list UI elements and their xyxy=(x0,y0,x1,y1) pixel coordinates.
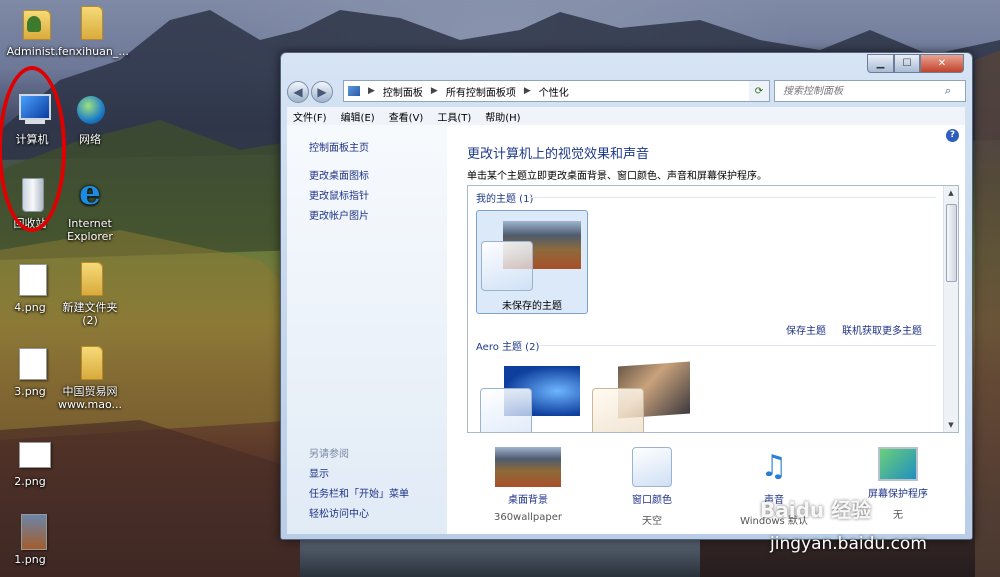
refresh-button[interactable]: ⟳ xyxy=(749,80,770,102)
desktop-icon-label: 3.png xyxy=(14,385,46,398)
desktop-icon-label: 网络 xyxy=(79,133,101,146)
close-button[interactable]: ✕ xyxy=(920,54,964,73)
theme-label: 未保存的主题 xyxy=(502,301,562,312)
minimize-button[interactable]: ▁ xyxy=(867,54,894,73)
chevron-right-icon: ▶ xyxy=(523,86,531,96)
window-color-icon xyxy=(632,447,672,487)
desktop-icon-label: 2.png xyxy=(14,475,46,488)
user-folder-icon xyxy=(17,4,55,42)
search-box[interactable]: ⌕ xyxy=(774,80,966,102)
menu-view[interactable]: 查看(V) xyxy=(389,109,424,124)
desktop-icon-3png[interactable]: 3.png xyxy=(0,344,62,398)
search-icon: ⌕ xyxy=(945,84,952,97)
network-globe-icon xyxy=(71,92,109,130)
change-mouse-pointers-link[interactable]: 更改鼠标指针 xyxy=(309,187,369,202)
theme-window-preview xyxy=(592,388,644,432)
address-bar[interactable]: ▶ 控制面板 ▶ 所有控制面板项 ▶ 个性化 xyxy=(343,80,765,102)
theme-window-preview xyxy=(480,388,532,432)
folder-icon xyxy=(71,260,109,298)
desktop-icon-label: 中国贸易网 www.mao... xyxy=(58,385,122,411)
personalization-window[interactable]: ▁ ☐ ✕ ◀ ▶ ▶ 控制面板 ▶ 所有控制面板项 ▶ 个性化 ⟳ ⌕ 文件(… xyxy=(280,52,973,540)
desktop-icon-china-trade[interactable]: 中国贸易网 www.mao... xyxy=(58,344,122,411)
desktop-icon-4png[interactable]: 4.png xyxy=(0,260,62,314)
scroll-up-icon[interactable]: ▲ xyxy=(944,186,958,200)
desktop-background-label: 桌面背景 xyxy=(508,495,548,506)
taskbar-start-menu-link[interactable]: 任务栏和「开始」菜单 xyxy=(309,485,409,500)
help-icon[interactable]: ? xyxy=(946,129,959,142)
breadcrumb-control-panel[interactable]: 控制面板 xyxy=(383,84,423,99)
left-pane: 控制面板主页 更改桌面图标 更改鼠标指针 更改帐户图片 另请参阅 显示 任务栏和… xyxy=(287,125,447,534)
desktop-icon-new-folder-2[interactable]: 新建文件夹 (2) xyxy=(58,260,122,327)
caption-buttons: ▁ ☐ ✕ xyxy=(867,54,964,73)
ease-of-access-link[interactable]: 轻松访问中心 xyxy=(309,505,369,520)
breadcrumb-all-items[interactable]: 所有控制面板项 xyxy=(446,84,516,99)
desktop-icon-network[interactable]: 网络 xyxy=(58,92,122,146)
desktop-background-icon xyxy=(495,447,561,487)
theme-window-preview xyxy=(481,241,533,291)
chevron-right-icon: ▶ xyxy=(430,86,438,96)
search-input[interactable] xyxy=(781,84,945,98)
desktop-icon-1png[interactable]: 1.png xyxy=(0,512,62,566)
desktop-icon-label: 1.png xyxy=(14,553,46,566)
my-themes-header: 我的主题 (1) xyxy=(476,194,534,205)
png-thumbnail-icon xyxy=(11,512,49,550)
menu-help[interactable]: 帮助(H) xyxy=(485,109,520,124)
png-thumbnail-icon xyxy=(11,260,49,298)
page-description: 单击某个主题立即更改桌面背景、窗口颜色、声音和屏幕保护程序。 xyxy=(467,171,767,182)
desktop-icon-fenxihuan[interactable]: fenxihuan_... xyxy=(58,4,129,58)
screen-saver-monitor-icon xyxy=(878,447,918,481)
get-more-themes-link[interactable]: 联机获取更多主题 xyxy=(842,322,922,337)
navigation-bar: ◀ ▶ ▶ 控制面板 ▶ 所有控制面板项 ▶ 个性化 ⟳ ⌕ xyxy=(287,79,966,103)
change-desktop-icons-link[interactable]: 更改桌面图标 xyxy=(309,167,369,182)
desktop-icon-2png[interactable]: 2.png xyxy=(0,434,62,488)
see-also-title: 另请参阅 xyxy=(309,449,349,460)
window-color-value: 天空 xyxy=(642,516,662,527)
desktop-background-value: 360wallpaper xyxy=(493,512,563,523)
breadcrumb-personalization[interactable]: 个性化 xyxy=(539,84,569,99)
theme-unsaved[interactable]: 未保存的主题 xyxy=(476,210,588,314)
control-panel-home-link[interactable]: 控制面板主页 xyxy=(309,139,369,154)
change-account-picture-link[interactable]: 更改帐户图片 xyxy=(309,207,369,222)
aero-themes-header: Aero 主题 (2) xyxy=(476,342,540,353)
internet-explorer-icon: e xyxy=(79,173,101,213)
back-button[interactable]: ◀ xyxy=(287,81,309,103)
desktop-icon-label: Internet Explorer xyxy=(67,217,113,243)
folder-icon xyxy=(71,344,109,382)
watermark-url: jingyan.baidu.com xyxy=(770,534,927,554)
window-color-label: 窗口颜色 xyxy=(632,495,672,506)
maximize-button[interactable]: ☐ xyxy=(894,54,920,73)
control-panel-icon xyxy=(348,86,360,96)
desktop-icon-internet-explorer[interactable]: e Internet Explorer xyxy=(58,176,122,243)
chevron-right-icon: ▶ xyxy=(368,86,375,96)
content-area: 控制面板主页 更改桌面图标 更改鼠标指针 更改帐户图片 另请参阅 显示 任务栏和… xyxy=(287,125,965,534)
baidu-jingyan-watermark: Baidu 经验 xyxy=(760,498,872,522)
menu-file[interactable]: 文件(F) xyxy=(293,109,327,124)
folder-icon xyxy=(71,4,109,42)
desktop-icon-label: fenxihuan_... xyxy=(58,45,129,58)
png-thumbnail-icon xyxy=(11,344,49,382)
forward-button[interactable]: ▶ xyxy=(311,81,333,103)
menu-tools[interactable]: 工具(T) xyxy=(437,109,471,124)
sounds-music-note-icon: ♫ xyxy=(760,449,788,484)
display-link[interactable]: 显示 xyxy=(309,465,329,480)
window-color-item[interactable]: 窗口颜色 天空 xyxy=(607,447,697,527)
theme-list: 我的主题 (1) 未保存的主题 保存主题 联机获取更多主题 Aero 主题 (2… xyxy=(467,185,959,433)
page-title: 更改计算机上的视觉效果和声音 xyxy=(467,147,650,162)
menu-edit[interactable]: 编辑(E) xyxy=(341,109,375,124)
save-theme-link[interactable]: 保存主题 xyxy=(786,322,826,337)
group-divider xyxy=(540,345,936,346)
group-divider xyxy=(528,197,936,198)
desktop-background-item[interactable]: 桌面背景 360wallpaper xyxy=(483,447,573,523)
desktop-icon-label: 4.png xyxy=(14,301,46,314)
scroll-down-icon[interactable]: ▼ xyxy=(944,418,958,432)
desktop-icon-label: 新建文件夹 (2) xyxy=(62,301,118,327)
red-highlight-circle xyxy=(0,66,66,232)
theme-list-scrollbar[interactable]: ▲ ▼ xyxy=(943,186,958,432)
scroll-thumb[interactable] xyxy=(946,204,957,282)
menu-bar: 文件(F) 编辑(E) 查看(V) 工具(T) 帮助(H) xyxy=(287,107,965,126)
png-thumbnail-icon xyxy=(11,434,51,472)
